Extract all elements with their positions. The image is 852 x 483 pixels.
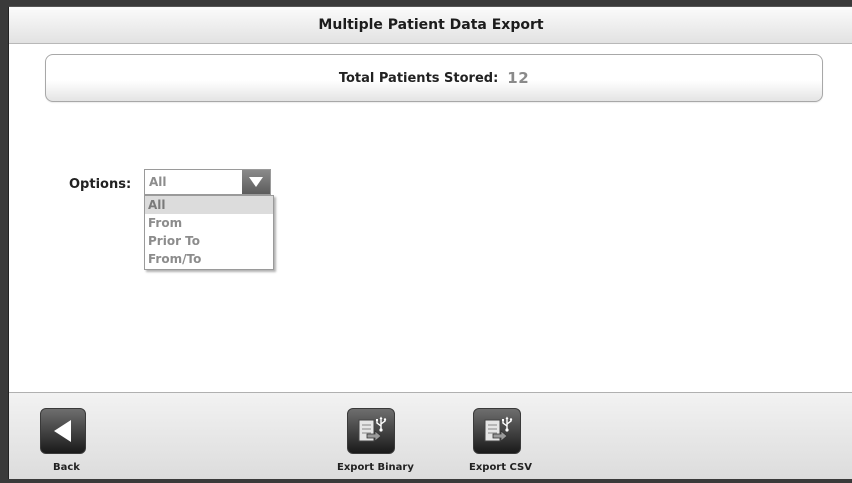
title-bar: Multiple Patient Data Export — [9, 7, 852, 44]
document-usb-icon — [484, 416, 513, 442]
back-arrow-icon — [54, 420, 71, 442]
options-dropdown-list: All From Prior To From/To — [144, 195, 274, 270]
bottom-toolbar: Back Export Binary Export CSV — [9, 392, 852, 479]
export-binary-button[interactable] — [347, 408, 395, 454]
options-select[interactable]: All — [144, 169, 271, 195]
patient-count-panel: Total Patients Stored: 12 — [45, 54, 823, 102]
options-select-value: All — [149, 175, 167, 189]
back-button-face[interactable] — [40, 408, 86, 454]
dropdown-option-from-to[interactable]: From/To — [145, 250, 273, 268]
export-csv-button-face[interactable] — [473, 408, 521, 454]
export-csv-label: Export CSV — [469, 462, 532, 473]
document-usb-icon — [358, 416, 387, 442]
page-title: Multiple Patient Data Export — [318, 17, 544, 33]
dropdown-option-from[interactable]: From — [145, 214, 273, 232]
dropdown-option-prior-to[interactable]: Prior To — [145, 232, 273, 250]
export-binary-button-face[interactable] — [347, 408, 395, 454]
options-label: Options: — [69, 177, 132, 192]
export-binary-label: Export Binary — [337, 462, 414, 473]
dropdown-option-all[interactable]: All — [145, 196, 273, 214]
total-patients-value: 12 — [507, 69, 530, 87]
export-csv-button[interactable] — [473, 408, 521, 454]
back-button-label: Back — [53, 462, 80, 473]
total-patients-label: Total Patients Stored: — [338, 70, 499, 86]
chevron-down-icon[interactable] — [242, 170, 270, 194]
app-screen: Multiple Patient Data Export Total Patie… — [8, 6, 852, 479]
back-button[interactable] — [40, 408, 86, 454]
